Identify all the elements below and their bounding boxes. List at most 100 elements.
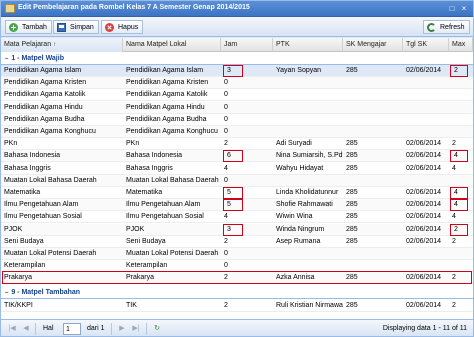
cell-jam[interactable]: 2 <box>221 272 273 284</box>
cell-ptk[interactable]: Shofie Rahmawati <box>273 199 343 211</box>
cell-tgl[interactable] <box>403 114 449 126</box>
cell-lokal[interactable]: Matematika <box>123 187 221 199</box>
cell-jam[interactable]: 2 <box>221 236 273 248</box>
cell-max[interactable] <box>449 102 473 114</box>
cell-lokal[interactable]: Keterampilan <box>123 260 221 272</box>
cell-tgl[interactable]: 02/06/2014 <box>403 211 449 223</box>
cell-lokal[interactable]: Bahasa Inggris <box>123 163 221 175</box>
cell-mapel[interactable]: Pendidikan Agama Budha <box>1 114 123 126</box>
cell-ptk[interactable]: Wahyu Hidayat <box>273 163 343 175</box>
cell-max[interactable]: 2 <box>449 138 473 150</box>
cell-ptk[interactable]: Yayan Sopyan <box>273 65 343 77</box>
cell-sk[interactable] <box>343 77 403 89</box>
cell-sk[interactable]: 285 <box>343 272 403 284</box>
group-header-wajib[interactable]: –1 - Matpel Wajib <box>1 53 473 65</box>
cell-tgl[interactable]: 02/06/2014 <box>403 138 449 150</box>
table-row[interactable]: Keterampilan Keterampilan 0 <box>1 260 473 273</box>
cell-jam[interactable]: 0 <box>221 248 273 260</box>
cell-mapel[interactable]: Ilmu Pengetahuan Alam <box>1 199 123 211</box>
cell-mapel[interactable]: Seni Budaya <box>1 236 123 248</box>
cell-mapel[interactable]: Bahasa Inggris <box>1 163 123 175</box>
cell-jam[interactable]: 3 <box>223 65 243 77</box>
cell-max[interactable]: 4 <box>450 150 468 163</box>
cell-max[interactable]: 2 <box>449 236 473 248</box>
cell-tgl[interactable] <box>403 260 449 272</box>
cell-ptk[interactable] <box>273 248 343 260</box>
cell-mapel[interactable]: Pendidikan Agama Hindu <box>1 102 123 114</box>
cell-jam[interactable]: 6 <box>223 150 243 163</box>
cell-sk[interactable]: 285 <box>343 187 403 199</box>
cell-max[interactable] <box>449 248 473 260</box>
cell-jam[interactable]: 0 <box>221 114 273 126</box>
table-row[interactable]: Pendidikan Agama Hindu Pendidikan Agama H… <box>1 101 473 114</box>
cell-tgl[interactable]: 02/06/2014 <box>403 272 449 284</box>
refresh-button[interactable]: Refresh <box>423 20 470 34</box>
cell-jam[interactable]: 5 <box>223 187 243 199</box>
cell-tgl[interactable]: 02/06/2014 <box>403 300 449 312</box>
table-row[interactable]: Muatan Lokal Bahasa Daerah Muatan Lokal B… <box>1 174 473 187</box>
cell-ptk[interactable] <box>273 89 343 101</box>
table-row[interactable]: Seni Budaya Seni Budaya 2 Asep Rumana 285 02/… <box>1 236 473 248</box>
cell-ptk[interactable]: Linda Kholidatunnur <box>273 187 343 199</box>
cell-sk[interactable]: 285 <box>343 138 403 150</box>
save-button[interactable]: Simpan <box>53 20 99 34</box>
table-row[interactable]: Bahasa Inggris Bahasa Inggris 4 Wahyu Hiday… <box>1 163 473 175</box>
cell-lokal[interactable]: PJOK <box>123 224 221 236</box>
cell-sk[interactable] <box>343 248 403 260</box>
cell-lokal[interactable]: Pendidikan Agama Katolik <box>123 89 221 101</box>
cell-max[interactable]: 2 <box>449 272 473 284</box>
cell-sk[interactable] <box>343 175 403 187</box>
cell-ptk[interactable] <box>273 260 343 272</box>
prev-page-icon[interactable]: ◀ <box>21 324 31 334</box>
cell-tgl[interactable] <box>403 89 449 101</box>
cell-tgl[interactable]: 02/06/2014 <box>403 236 449 248</box>
cell-tgl[interactable] <box>403 248 449 260</box>
cell-ptk[interactable] <box>273 77 343 89</box>
column-header-tgl[interactable]: Tgl SK <box>403 38 449 52</box>
cell-tgl[interactable] <box>403 175 449 187</box>
cell-tgl[interactable]: 02/06/2014 <box>403 150 449 162</box>
cell-lokal[interactable]: PKn <box>123 138 221 150</box>
cell-max[interactable] <box>449 77 473 89</box>
cell-sk[interactable]: 285 <box>343 236 403 248</box>
cell-mapel[interactable]: Pendidikan Agama Konghucu <box>1 126 123 138</box>
cell-jam[interactable]: 3 <box>223 223 243 236</box>
cell-jam[interactable]: 0 <box>221 260 273 272</box>
cell-sk[interactable] <box>343 114 403 126</box>
last-page-icon[interactable]: ▶| <box>131 324 141 334</box>
cell-mapel[interactable]: Matematika <box>1 187 123 199</box>
cell-lokal[interactable]: Pendidikan Agama Hindu <box>123 102 221 114</box>
cell-sk[interactable] <box>343 126 403 138</box>
table-row[interactable]: Prakarya Prakarya 2 Azka Annisa 285 02/06/201… <box>1 272 473 285</box>
cell-jam[interactable]: 2 <box>221 138 273 150</box>
cell-jam[interactable]: 0 <box>221 175 273 187</box>
cell-ptk[interactable] <box>273 126 343 138</box>
cell-mapel[interactable]: Prakarya <box>1 272 123 284</box>
cell-mapel[interactable]: Pendidikan Agama Katolik <box>1 89 123 101</box>
column-header-mapel[interactable]: Mata Pelajaran ↑ <box>1 38 123 52</box>
cell-lokal[interactable]: Prakarya <box>123 272 221 284</box>
cell-max[interactable] <box>449 89 473 101</box>
table-row[interactable]: TIK/KKPI TIK 2 Ruli Kristian Nirmawan 285 02/… <box>1 300 473 312</box>
cell-ptk[interactable] <box>273 114 343 126</box>
cell-ptk[interactable] <box>273 102 343 114</box>
table-row[interactable]: Pendidikan Agama Kristen Pendidikan Agama… <box>1 77 473 90</box>
cell-max[interactable]: 4 <box>449 163 473 175</box>
cell-jam[interactable]: 5 <box>223 199 243 212</box>
maximize-icon[interactable]: □ <box>447 4 457 13</box>
cell-lokal[interactable]: Bahasa Indonesia <box>123 150 221 162</box>
cell-tgl[interactable]: 02/06/2014 <box>403 65 449 77</box>
cell-lokal[interactable]: Ilmu Pengetahuan Alam <box>123 199 221 211</box>
cell-sk[interactable]: 285 <box>343 199 403 211</box>
table-row[interactable]: Pendidikan Agama Katolik Pendidikan Agama… <box>1 89 473 102</box>
cell-lokal[interactable]: Seni Budaya <box>123 236 221 248</box>
cell-max[interactable]: 4 <box>449 211 473 223</box>
cell-sk[interactable]: 285 <box>343 150 403 162</box>
column-header-ptk[interactable]: PTK <box>273 38 343 52</box>
cell-jam[interactable]: 0 <box>221 102 273 114</box>
cell-lokal[interactable]: Pendidikan Agama Konghucu <box>123 126 221 138</box>
cell-ptk[interactable]: Wiwin Wina <box>273 211 343 223</box>
cell-ptk[interactable] <box>273 175 343 187</box>
table-row[interactable]: Pendidikan Agama Konghucu Pendidikan Agam… <box>1 126 473 138</box>
cell-sk[interactable]: 285 <box>343 300 403 312</box>
